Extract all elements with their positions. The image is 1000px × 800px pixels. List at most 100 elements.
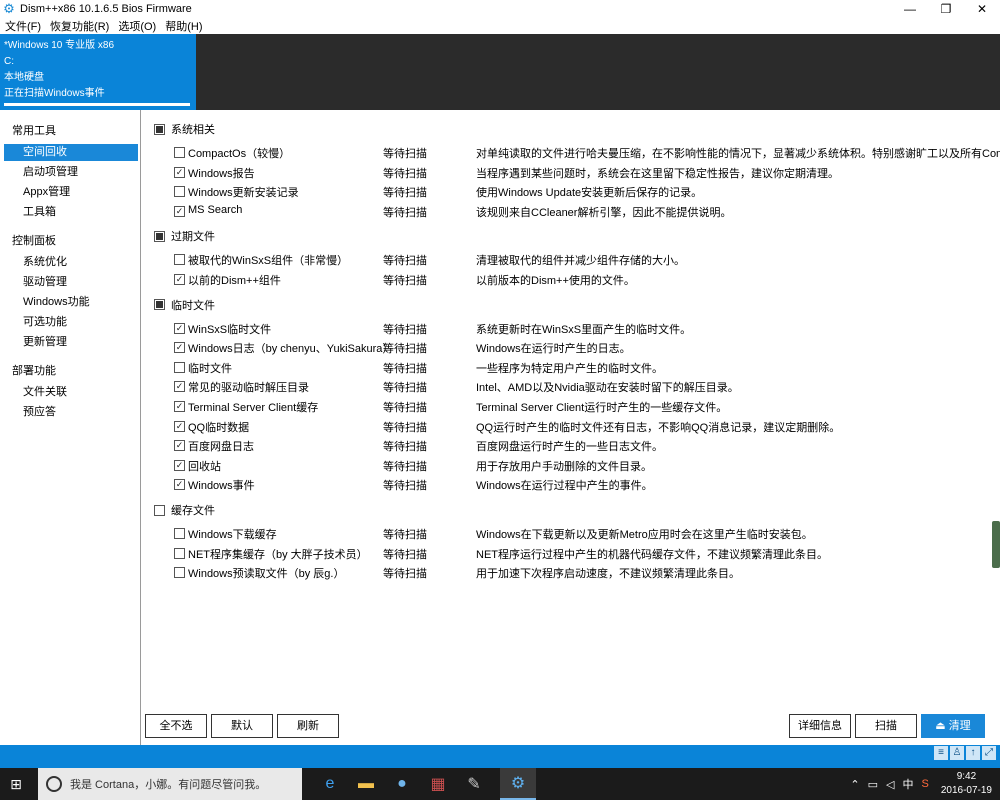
cleanup-row[interactable]: ✓ Terminal Server Client缓存 等待扫描 Terminal Se… [142,398,1000,415]
cleanup-row[interactable]: 被取代的WinSxS组件（非常慢） 等待扫描 清理被取代的组件并减少组件存储的大小。 [142,251,1000,268]
row-name: WinSxS临时文件 [188,323,272,336]
sidebar-item-system-optimize[interactable]: 系统优化 [4,254,138,271]
ime-indicator[interactable]: 中 [903,776,914,792]
cleanup-row[interactable]: ✓ QQ临时数据 等待扫描 QQ运行时产生的临时文件还有日志，不影响QQ消息记录，建议… [142,418,1000,435]
cleanup-row[interactable]: ✓ Windows日志（by chenyu、YukiSakura） 等待扫描 Wind… [142,339,1000,356]
details-button[interactable]: 详细信息 [789,714,851,738]
category-header[interactable]: 缓存文件 [154,502,215,518]
row-status: 等待扫描 [383,187,427,200]
cleanup-row[interactable]: 临时文件 等待扫描 一些程序为特定用户产生的临时文件。 [142,359,1000,376]
sidebar-item-updates[interactable]: 更新管理 [4,334,138,351]
cleanup-row[interactable]: CompactOs（较慢） 等待扫描 对单纯读取的文件进行哈夫曼压缩，在不影响性能的… [142,144,1000,161]
maximize-button[interactable]: ❐ [928,0,964,18]
row-checkbox[interactable] [174,147,185,158]
shirt-icon[interactable]: ♙ [950,746,964,760]
dism-taskbar-icon[interactable]: ⚙ [500,768,536,800]
edge-browser-icon[interactable]: e [312,768,348,800]
category-header[interactable]: 过期文件 [154,228,215,244]
minimize-button[interactable]: — [892,0,928,18]
cleanup-row[interactable]: ✓ Windows报告 等待扫描 当程序遇到某些问题时，系统会在这里留下稳定性报告，建… [142,164,1000,181]
cleanup-row[interactable]: ✓ 百度网盘日志 等待扫描 百度网盘运行时产生的一些日志文件。 [142,437,1000,454]
row-status: 等待扫描 [383,275,427,287]
category-checkbox[interactable] [154,299,165,311]
sidebar-group-deploy: 部署功能 [12,365,56,377]
menu-bar: 文件(F) 恢复功能(R) 选项(O) 帮助(H) [0,17,1000,34]
refresh-button[interactable]: 刷新 [277,714,339,738]
clean-icon: ⏏ [935,720,949,732]
sidebar-item-toolbox[interactable]: 工具箱 [4,204,138,221]
tool-app-icon[interactable]: ✎ [456,768,492,800]
windows-start-icon[interactable]: ⊞ [8,776,24,792]
sidebar-item-windows-features[interactable]: Windows功能 [4,294,138,311]
row-checkbox[interactable]: ✓ [174,459,185,471]
cortana-search-box[interactable]: 我是 Cortana，小娜。有问题尽管问我。 [38,768,302,800]
row-description: Terminal Server Client运行时产生的一些缓存文件。 [476,402,728,414]
row-status: 等待扫描 [383,460,427,473]
scan-button[interactable]: 扫描 [855,714,917,738]
row-checkbox[interactable]: ✓ [174,381,185,393]
session-status: 正在扫描Windows事件 [4,88,105,99]
cleanup-row[interactable]: NET程序集缓存（by 大胖子技术员） 等待扫描 NET程序运行过程中产生的机器代码… [142,545,1000,562]
category-checkbox[interactable] [154,230,165,242]
menu-restore[interactable]: 恢复功能(R) [50,18,109,34]
menu-file[interactable]: 文件(F) [5,18,41,34]
category-header[interactable]: 临时文件 [154,297,215,313]
deselect-all-button[interactable]: 全不选 [145,714,207,738]
session-tile[interactable]: *Windows 10 专业版 x86 C: 本地硬盘 正在扫描Windows事… [0,34,196,110]
cleanup-row[interactable]: Windows更新安装记录 等待扫描 使用Windows Update安装更新后保存… [142,183,1000,200]
cleanup-row[interactable]: ✓ 回收站 等待扫描 用于存放用户手动删除的文件目录。 [142,457,1000,474]
category-header[interactable]: 系统相关 [154,121,215,137]
row-checkbox[interactable]: ✓ [174,479,185,491]
row-checkbox[interactable]: ✓ [174,342,185,354]
cleanup-row[interactable]: ✓ 以前的Dism++组件 等待扫描 以前版本的Dism++使用的文件。 [142,271,1000,288]
menu-help[interactable]: 帮助(H) [165,18,202,34]
category-checkbox[interactable] [154,123,165,135]
network-icon[interactable]: ▭ [868,778,878,791]
row-checkbox[interactable]: ✓ [174,274,185,285]
sidebar-item-optional-features[interactable]: 可选功能 [4,314,138,331]
cleanup-row[interactable]: ✓ WinSxS临时文件 等待扫描 系统更新时在WinSxS里面产生的临时文件。 [142,320,1000,337]
volume-icon[interactable]: ◁ [886,778,894,791]
close-button[interactable]: ✕ [964,0,1000,18]
expand-icon[interactable]: ⤢ [982,746,996,760]
edge-grip-handle[interactable] [992,521,1000,568]
menu-options[interactable]: 选项(O) [118,18,156,34]
clean-button[interactable]: ⏏ 清理 [921,714,985,738]
winrar-icon[interactable]: ▦ [420,768,456,800]
row-checkbox[interactable] [174,361,185,373]
cleanup-row[interactable]: ✓ MS Search 等待扫描 该规则来自CCleaner解析引擎，因此不能提供说明… [142,203,1000,220]
clock[interactable]: 9:42 2016-07-19 [941,770,992,798]
row-checkbox[interactable] [174,547,185,559]
row-checkbox[interactable]: ✓ [174,166,185,178]
sidebar-item-space-cleanup[interactable]: 空间回收 [4,144,138,161]
row-checkbox[interactable] [174,186,185,198]
cleanup-row[interactable]: Windows预读取文件（by 辰g.） 等待扫描 用于加速下次程序启动速度，不建议… [142,564,1000,581]
menu-icon[interactable]: ≡ [934,746,948,760]
row-checkbox[interactable] [174,567,185,579]
row-checkbox[interactable] [174,254,185,266]
chevron-up-icon[interactable]: ⌃ [850,778,859,791]
cleanup-row[interactable]: Windows下载缓存 等待扫描 Windows在下载更新以及更新Metro应用时会… [142,525,1000,542]
cleanup-row[interactable]: ✓ 常见的驱动临时解压目录 等待扫描 Intel、AMD以及Nvidia驱动在安装时留… [142,378,1000,395]
scan-progress-bar [4,103,190,106]
default-button[interactable]: 默认 [211,714,273,738]
row-checkbox[interactable]: ✓ [174,205,185,217]
sidebar-item-unattend[interactable]: 预应答 [4,404,138,421]
sidebar-item-drivers[interactable]: 驱动管理 [4,274,138,291]
sidebar-item-file-assoc[interactable]: 文件关联 [4,384,138,401]
sidebar-item-appx[interactable]: Appx管理 [4,184,138,201]
row-checkbox[interactable]: ✓ [174,420,185,432]
row-checkbox[interactable] [174,528,185,539]
globe-app-icon[interactable]: ● [384,768,420,800]
upload-icon[interactable]: ↑ [966,746,980,760]
row-description: 百度网盘运行时产生的一些日志文件。 [476,441,663,454]
sogou-icon[interactable]: S [922,778,929,790]
row-status: 等待扫描 [383,362,427,375]
cleanup-row[interactable]: ✓ Windows事件 等待扫描 Windows在运行过程中产生的事件。 [142,476,1000,493]
file-explorer-icon[interactable]: ▬ [348,768,384,800]
row-checkbox[interactable]: ✓ [174,440,185,452]
row-checkbox[interactable]: ✓ [174,322,185,334]
row-checkbox[interactable]: ✓ [174,401,185,412]
sidebar-item-startup[interactable]: 启动项管理 [4,164,138,181]
category-checkbox[interactable] [154,504,165,516]
